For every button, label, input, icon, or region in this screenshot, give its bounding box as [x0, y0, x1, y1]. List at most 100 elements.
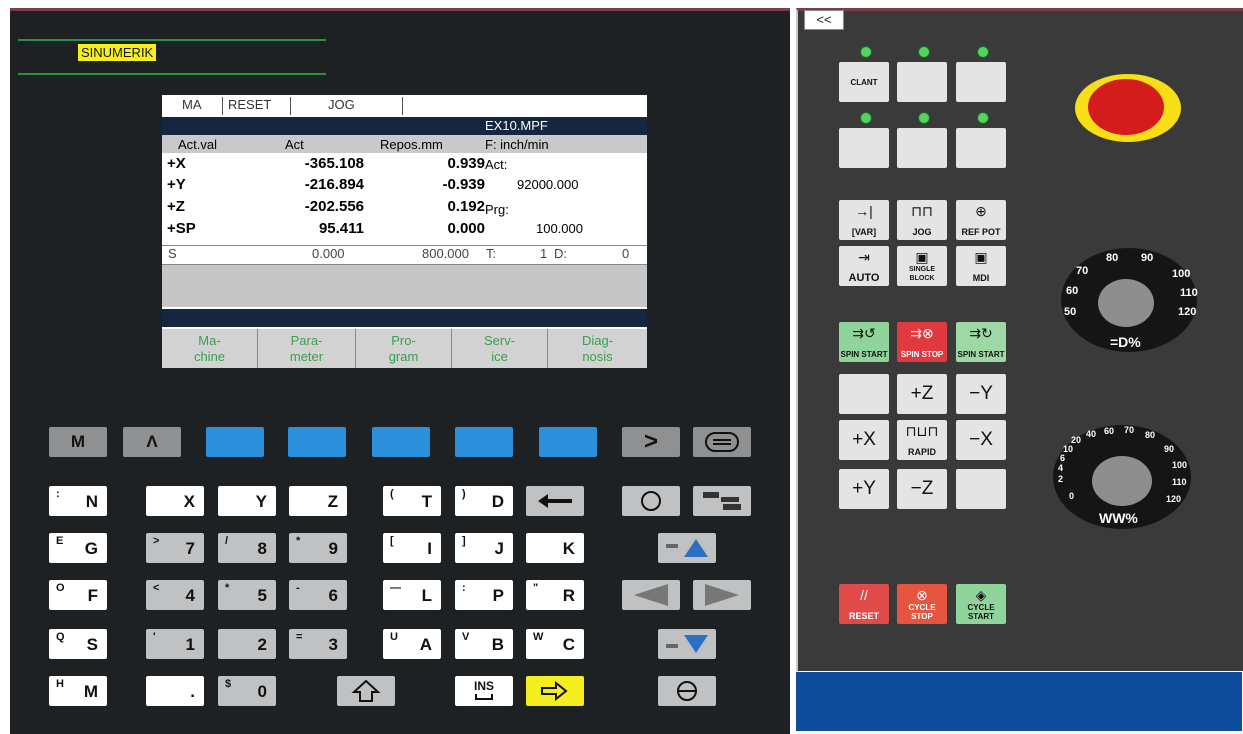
key-k[interactable]: K	[526, 533, 584, 563]
feed-override-knob[interactable]	[1092, 456, 1152, 506]
key-s[interactable]: QS	[49, 629, 107, 659]
softkey-machine[interactable]: Ma- chine	[162, 329, 258, 368]
emergency-stop-button[interactable]	[1088, 79, 1164, 135]
coolant-button[interactable]: CLANT	[839, 62, 889, 102]
menu-select-key[interactable]	[693, 427, 751, 457]
key-sup: =	[296, 631, 303, 643]
key-sup: Q	[56, 631, 65, 643]
dial-tick-label: 2	[1058, 474, 1064, 484]
key-f[interactable]: OF	[49, 580, 107, 610]
plus-y-button[interactable]: +Y	[839, 469, 889, 509]
key-decimal[interactable]: .	[146, 676, 204, 706]
function-button[interactable]	[839, 128, 889, 168]
key-8[interactable]: /8	[218, 533, 276, 563]
key-t[interactable]: (T	[383, 486, 441, 516]
key-p[interactable]: :P	[455, 580, 513, 610]
function-button[interactable]	[897, 62, 947, 102]
key-l[interactable]: — L	[383, 580, 441, 610]
key-9[interactable]: * 9	[289, 533, 347, 563]
key-y[interactable]: Y	[218, 486, 276, 516]
spindle-start-cw-button[interactable]: ⇉↻ SPIN START	[956, 322, 1006, 362]
minus-y-button[interactable]: −Y	[956, 374, 1006, 414]
auto-button[interactable]: ⇥ AUTO	[839, 246, 889, 286]
key-j[interactable]: ] J	[455, 533, 513, 563]
channel-key[interactable]	[622, 486, 680, 516]
plus-z-button[interactable]: +Z	[897, 374, 947, 414]
softkey-blank-4[interactable]	[455, 427, 513, 457]
etc-key[interactable]: >	[622, 427, 680, 457]
key-i[interactable]: [I	[383, 533, 441, 563]
function-button[interactable]	[897, 128, 947, 168]
spindle-stop-button[interactable]: ⇉⊗ SPIN STOP	[897, 322, 947, 362]
softkey-blank-3[interactable]	[372, 427, 430, 457]
backspace-key[interactable]	[526, 486, 584, 516]
softkey-parameter[interactable]: Para- meter	[258, 329, 356, 368]
function-button[interactable]	[956, 128, 1006, 168]
minus-x-button[interactable]: −X	[956, 420, 1006, 460]
key-0[interactable]: $0	[218, 676, 276, 706]
spindle-start-ccw-button[interactable]: ⇉↺ SPIN START	[839, 322, 889, 362]
softkey-diagnosis[interactable]: Diag- nosis	[548, 329, 647, 368]
key-g[interactable]: EG	[49, 533, 107, 563]
input-key[interactable]	[526, 676, 584, 706]
softkey-blank-5[interactable]	[539, 427, 597, 457]
dial-tick-label: 110	[1180, 287, 1198, 299]
shift-key[interactable]	[337, 676, 395, 706]
key-n[interactable]: :N	[49, 486, 107, 516]
insert-key[interactable]: INS	[455, 676, 513, 706]
spindle-ccw-icon: ⇉↺	[852, 325, 876, 341]
key-5[interactable]: * 5	[218, 580, 276, 610]
collapse-button[interactable]: <<	[804, 10, 844, 30]
key-r[interactable]: " R	[526, 580, 584, 610]
key-7[interactable]: >7	[146, 533, 204, 563]
page-down-key[interactable]	[658, 629, 716, 659]
var-jog-button[interactable]: →| [VAR]	[839, 200, 889, 240]
key-m[interactable]: HM	[49, 676, 107, 706]
key-d[interactable]: ) D	[455, 486, 513, 516]
cursor-left-key[interactable]	[622, 580, 680, 610]
reset-button[interactable]: // RESET	[839, 584, 889, 624]
key-1[interactable]: ' 1	[146, 629, 204, 659]
cursor-right-key[interactable]	[693, 580, 751, 610]
softkey-line: Diag-	[581, 333, 614, 348]
key-2[interactable]: 2	[218, 629, 276, 659]
key-b[interactable]: VB	[455, 629, 513, 659]
recall-key[interactable]: Λ	[123, 427, 181, 457]
col-header-act: Act	[285, 137, 304, 152]
softkey-blank-2[interactable]	[288, 427, 346, 457]
page-up-key[interactable]	[658, 533, 716, 563]
softkey-program[interactable]: Pro- gram	[356, 329, 452, 368]
axis-blank-button[interactable]	[956, 469, 1006, 509]
single-block-button[interactable]: ▣ SINGLE BLOCK	[897, 246, 947, 286]
key-label: D	[491, 492, 504, 511]
key-6[interactable]: -6	[289, 580, 347, 610]
axis-blank-button[interactable]	[839, 374, 889, 414]
plus-x-button[interactable]: +X	[839, 420, 889, 460]
cycle-start-button[interactable]: ◈ CYCLE START	[956, 584, 1006, 624]
function-button[interactable]	[956, 62, 1006, 102]
axis-name: +SP	[167, 220, 196, 237]
ref-point-button[interactable]: ⊕ REF POT	[956, 200, 1006, 240]
key-4[interactable]: <4	[146, 580, 204, 610]
key-a[interactable]: UA	[383, 629, 441, 659]
key-c[interactable]: WC	[526, 629, 584, 659]
rapid-button[interactable]: ⊓⊔⊓ RAPID	[897, 420, 947, 460]
softkey-service[interactable]: Serv- ice	[452, 329, 548, 368]
softkey-blank-1[interactable]	[206, 427, 264, 457]
mdi-button[interactable]: ▣ MDI	[956, 246, 1006, 286]
jog-button[interactable]: ⊓⊓ JOG	[897, 200, 947, 240]
spindle-set: 800.000	[422, 246, 469, 261]
key-3[interactable]: = 3	[289, 629, 347, 659]
key-label: N	[85, 492, 98, 511]
key-z[interactable]: Z	[289, 486, 347, 516]
cycle-stop-button[interactable]: ⊗ CYCLE STOP	[897, 584, 947, 624]
select-key[interactable]	[658, 676, 716, 706]
machine-area-key[interactable]: M	[49, 427, 107, 457]
area-label: MA	[182, 97, 202, 112]
spindle-override-knob[interactable]	[1098, 279, 1154, 327]
minus-z-button[interactable]: −Z	[897, 469, 947, 509]
window-select-key[interactable]	[693, 486, 751, 516]
key-x[interactable]: X	[146, 486, 204, 516]
dial-tick-label: 60	[1104, 426, 1115, 436]
axis-name: +X	[167, 155, 186, 172]
